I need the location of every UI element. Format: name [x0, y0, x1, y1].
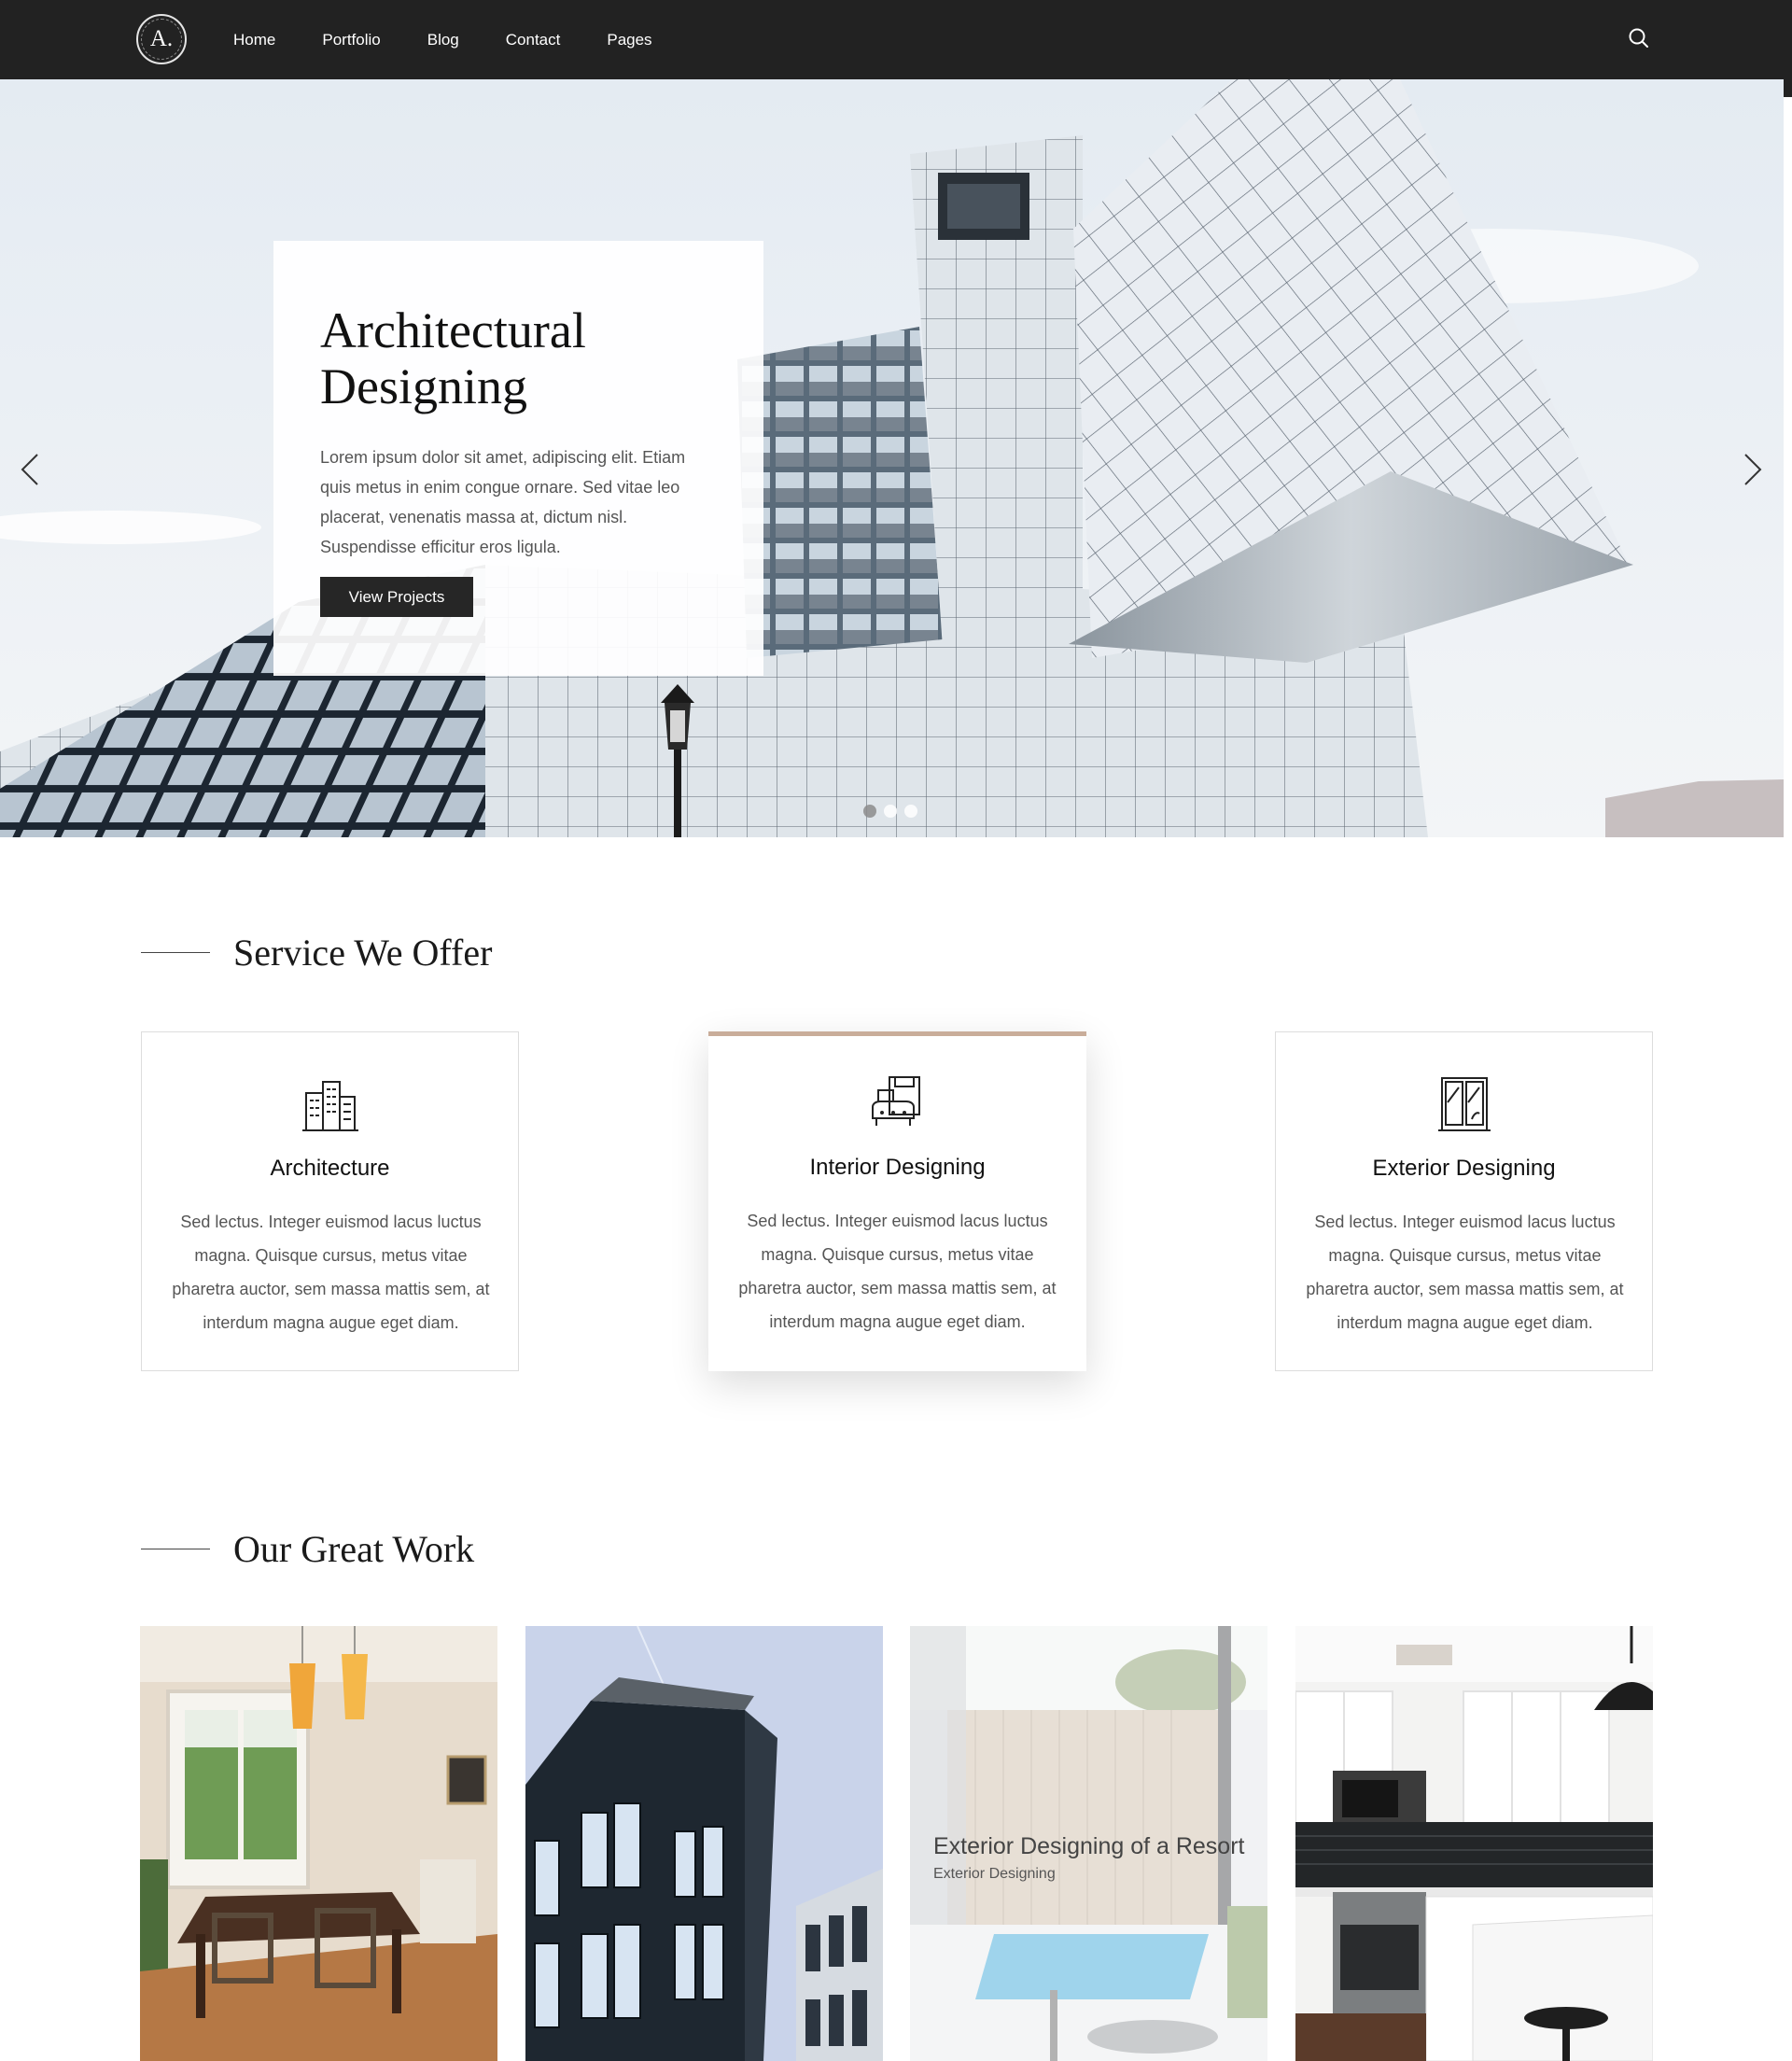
logo-text: A.: [149, 26, 174, 51]
window-icon: [1435, 1074, 1494, 1134]
service-description: Sed lectus. Integer euismod lacus luctus…: [172, 1213, 490, 1332]
view-projects-button[interactable]: View Projects: [320, 577, 473, 617]
slider-dot-2[interactable]: [884, 805, 897, 818]
service-card-exterior-designing[interactable]: Exterior Designing Sed lectus. Integer e…: [1275, 1031, 1653, 1371]
services-title: Service We Offer: [233, 932, 493, 974]
portfolio-item-resort[interactable]: Exterior Designing of a Resort Exterior …: [910, 1626, 1267, 2061]
service-card-architecture[interactable]: Architecture Sed lectus. Integer euismod…: [141, 1031, 519, 1371]
modern-building-image: [525, 1626, 883, 2061]
hero-content-card: Architectural Designing Lorem ipsum dolo…: [273, 241, 763, 676]
service-card-interior-designing[interactable]: Interior Designing Sed lectus. Integer e…: [708, 1031, 1086, 1371]
slider-dot-3[interactable]: [904, 805, 917, 818]
armchair-icon: [867, 1073, 927, 1133]
hero-slider: Architectural Designing Lorem ipsum dolo…: [0, 79, 1784, 837]
slider-next-arrow-icon[interactable]: [1734, 442, 1771, 498]
kitchen-image: [1295, 1626, 1653, 2061]
nav-blog[interactable]: Blog: [427, 31, 459, 49]
dining-room-image: [140, 1626, 497, 2061]
top-navbar: A. Home Portfolio Blog Contact Pages: [0, 0, 1792, 79]
nav-home[interactable]: Home: [233, 31, 275, 49]
main-nav: Home Portfolio Blog Contact Pages: [233, 0, 699, 79]
portfolio-item-title[interactable]: Exterior Designing of a Resort: [933, 1833, 1244, 1860]
buildings-icon: [301, 1074, 360, 1134]
service-title: Architecture: [270, 1156, 390, 1181]
work-heading: Our Great Work: [141, 1527, 474, 1571]
nav-portfolio[interactable]: Portfolio: [322, 31, 380, 49]
search-icon[interactable]: [1627, 26, 1651, 50]
hero-building-image: [0, 79, 1784, 837]
site-logo[interactable]: A.: [136, 14, 187, 64]
hero-description: Lorem ipsum dolor sit amet, adipiscing e…: [320, 448, 686, 556]
service-title: Interior Designing: [809, 1155, 986, 1180]
services-heading: Service We Offer: [141, 931, 492, 974]
scrollbar-thumb[interactable]: [1784, 79, 1792, 97]
portfolio-item-kitchen[interactable]: [1295, 1626, 1653, 2061]
service-title: Exterior Designing: [1372, 1156, 1556, 1181]
slider-prev-arrow-icon[interactable]: [11, 442, 49, 498]
slider-dots: [863, 805, 917, 818]
nav-pages[interactable]: Pages: [607, 31, 651, 49]
nav-contact[interactable]: Contact: [506, 31, 561, 49]
service-description: Sed lectus. Integer euismod lacus luctus…: [738, 1212, 1057, 1331]
work-title: Our Great Work: [233, 1528, 475, 1570]
portfolio-item-category[interactable]: Exterior Designing: [933, 1866, 1056, 1883]
portfolio-item-modern-building[interactable]: [525, 1626, 883, 2061]
hero-title: Architectural Designing: [320, 302, 586, 414]
slider-dot-1[interactable]: [863, 805, 876, 818]
portfolio-item-dining-room[interactable]: [140, 1626, 497, 2061]
service-description: Sed lectus. Integer euismod lacus luctus…: [1306, 1213, 1624, 1332]
heading-line: [141, 952, 210, 953]
